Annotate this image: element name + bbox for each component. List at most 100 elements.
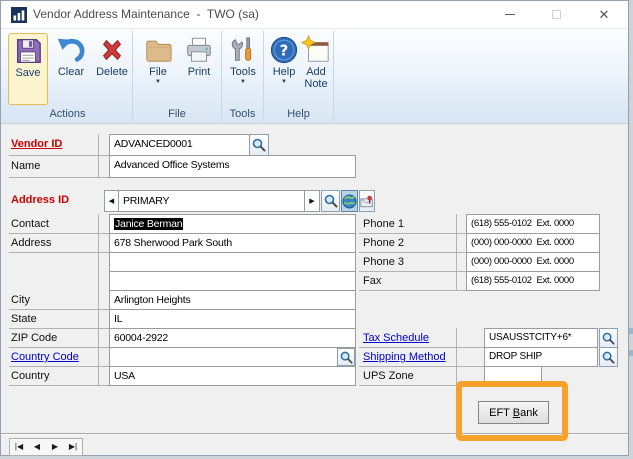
- state-field[interactable]: IL: [109, 309, 356, 329]
- divider-line: [9, 347, 109, 348]
- country-code-lookup-button[interactable]: [337, 348, 355, 366]
- magnifier-icon: [252, 138, 266, 152]
- tax-schedule-lookup-button[interactable]: [599, 328, 618, 348]
- minimize-icon: [505, 14, 515, 15]
- address-id-field[interactable]: PRIMARY: [118, 190, 305, 212]
- divider-line: [9, 233, 109, 234]
- print-label: Print: [187, 66, 211, 78]
- phone3-field[interactable]: (000) 000-0000 Ext. 0000: [466, 252, 600, 272]
- divider-line: [9, 385, 109, 386]
- minimize-button[interactable]: [493, 1, 527, 28]
- phone2-field[interactable]: (000) 000-0000 Ext. 0000: [466, 233, 600, 253]
- name-field[interactable]: Advanced Office Systems: [109, 155, 356, 178]
- divider-line: [98, 134, 99, 178]
- ups-zone-label: UPS Zone: [363, 370, 414, 382]
- save-label: Save: [15, 67, 41, 79]
- ribbon-group-label-tools: Tools: [229, 108, 256, 120]
- eft-bank-label-post: ank: [520, 406, 538, 419]
- clear-button[interactable]: Clear: [50, 33, 92, 105]
- tools-menu-button[interactable]: Tools ▼: [226, 33, 260, 105]
- magnifier-icon: [602, 351, 615, 364]
- fax-field[interactable]: (618) 555-0102 Ext. 0000: [466, 271, 600, 291]
- add-note-label: Add Note: [304, 66, 328, 90]
- clear-label: Clear: [57, 66, 85, 78]
- divider-line: [456, 328, 457, 386]
- city-field[interactable]: Arlington Heights: [109, 290, 356, 310]
- vendor-id-field[interactable]: ADVANCED0001: [109, 134, 250, 156]
- floppy-disk-icon: [16, 39, 41, 63]
- help-question-icon: ?: [270, 36, 298, 64]
- map-address-button[interactable]: [359, 190, 375, 212]
- divider-line: [359, 271, 466, 272]
- country-field[interactable]: USA: [109, 366, 356, 386]
- address-label: Address: [11, 237, 52, 249]
- divider-line: [9, 366, 109, 367]
- background-window-fragment: [629, 350, 633, 356]
- help-menu-button[interactable]: ? Help ▼: [268, 33, 300, 105]
- ribbon-group-label-file: File: [168, 108, 186, 120]
- divider-line: [359, 385, 542, 386]
- ups-zone-field[interactable]: [484, 366, 542, 386]
- save-button[interactable]: Save: [8, 33, 48, 105]
- zip-code-field[interactable]: 60004-2922: [109, 328, 356, 348]
- address-line1-field[interactable]: 678 Sherwood Park South: [109, 233, 356, 253]
- address-id-next-button[interactable]: ▶: [304, 190, 320, 212]
- tax-schedule-link[interactable]: Tax Schedule: [363, 332, 429, 345]
- ribbon-group-help: ? Help ▼ Add Note Help: [264, 31, 334, 122]
- tools-wrench-screwdriver-icon: [231, 37, 252, 61]
- add-note-button[interactable]: Add Note: [300, 33, 332, 105]
- file-dropdown-icon: ▼: [155, 79, 161, 85]
- help-dropdown-icon: ▼: [281, 79, 287, 85]
- print-button[interactable]: Print: [179, 33, 219, 105]
- phone1-field[interactable]: (618) 555-0102 Ext. 0000: [466, 214, 600, 234]
- address-id-previous-button[interactable]: ◀: [104, 190, 119, 212]
- background-window-fragment: [629, 328, 633, 334]
- country-code-link[interactable]: Country Code: [11, 351, 79, 364]
- printer-icon: [187, 37, 211, 62]
- file-menu-button[interactable]: File ▼: [139, 33, 177, 105]
- close-icon: ✕: [598, 7, 610, 22]
- address-id-lookup-button[interactable]: [321, 190, 340, 212]
- address-line2-field[interactable]: [109, 252, 356, 272]
- divider-line: [9, 177, 109, 178]
- nav-first-button[interactable]: |◀: [10, 439, 28, 455]
- screen: Vendor Address Maintenance - TWO (sa) ✕ …: [0, 0, 633, 459]
- shipping-method-field[interactable]: DROP SHIP: [484, 347, 598, 367]
- ribbon-group-actions: Save Clear Delete Actions: [3, 31, 133, 122]
- letter-pin-icon: [360, 195, 373, 207]
- ribbon-group-tools: Tools ▼ Tools: [222, 31, 264, 122]
- vendor-id-lookup-button[interactable]: [249, 134, 269, 156]
- divider-line: [9, 252, 109, 253]
- tax-schedule-field[interactable]: USAUSSTCITY+6*: [484, 328, 598, 348]
- country-code-field[interactable]: [109, 347, 356, 367]
- ribbon-group-label-help: Help: [287, 108, 310, 120]
- vendor-address-maintenance-window: Vendor Address Maintenance - TWO (sa) ✕ …: [0, 0, 629, 456]
- app-bar-chart-icon: [11, 7, 27, 23]
- country-label: Country: [11, 370, 50, 382]
- shipping-method-link[interactable]: Shipping Method: [363, 351, 446, 364]
- shipping-method-lookup-button[interactable]: [599, 347, 618, 367]
- delete-button[interactable]: Delete: [92, 33, 132, 105]
- phone1-label: Phone 1: [363, 218, 404, 230]
- internet-info-button[interactable]: [341, 190, 358, 212]
- selected-text: Janice Berman: [114, 218, 184, 230]
- address-id-label: Address ID: [11, 194, 70, 206]
- clear-undo-icon: [57, 38, 85, 62]
- nav-next-button[interactable]: ▶: [46, 439, 64, 455]
- close-button[interactable]: ✕: [587, 1, 621, 28]
- nav-last-button[interactable]: ▶|: [64, 439, 82, 455]
- address-line3-field[interactable]: [109, 271, 356, 291]
- vendor-id-label[interactable]: Vendor ID: [11, 138, 62, 151]
- folder-icon: [146, 40, 172, 62]
- title-bar: Vendor Address Maintenance - TWO (sa) ✕: [1, 1, 628, 29]
- maximize-button: [539, 1, 573, 28]
- record-navigation: |◀ ◀ ▶ ▶|: [9, 438, 83, 456]
- magnifier-icon: [340, 351, 353, 364]
- help-label: Help: [272, 66, 296, 78]
- ribbon-group-label-actions: Actions: [49, 108, 86, 120]
- contact-field[interactable]: Janice Berman: [109, 214, 356, 234]
- nav-previous-button[interactable]: ◀: [28, 439, 46, 455]
- divider-line: [359, 347, 484, 348]
- eft-bank-button[interactable]: EFT Bank: [478, 401, 549, 424]
- phone3-label: Phone 3: [363, 256, 404, 268]
